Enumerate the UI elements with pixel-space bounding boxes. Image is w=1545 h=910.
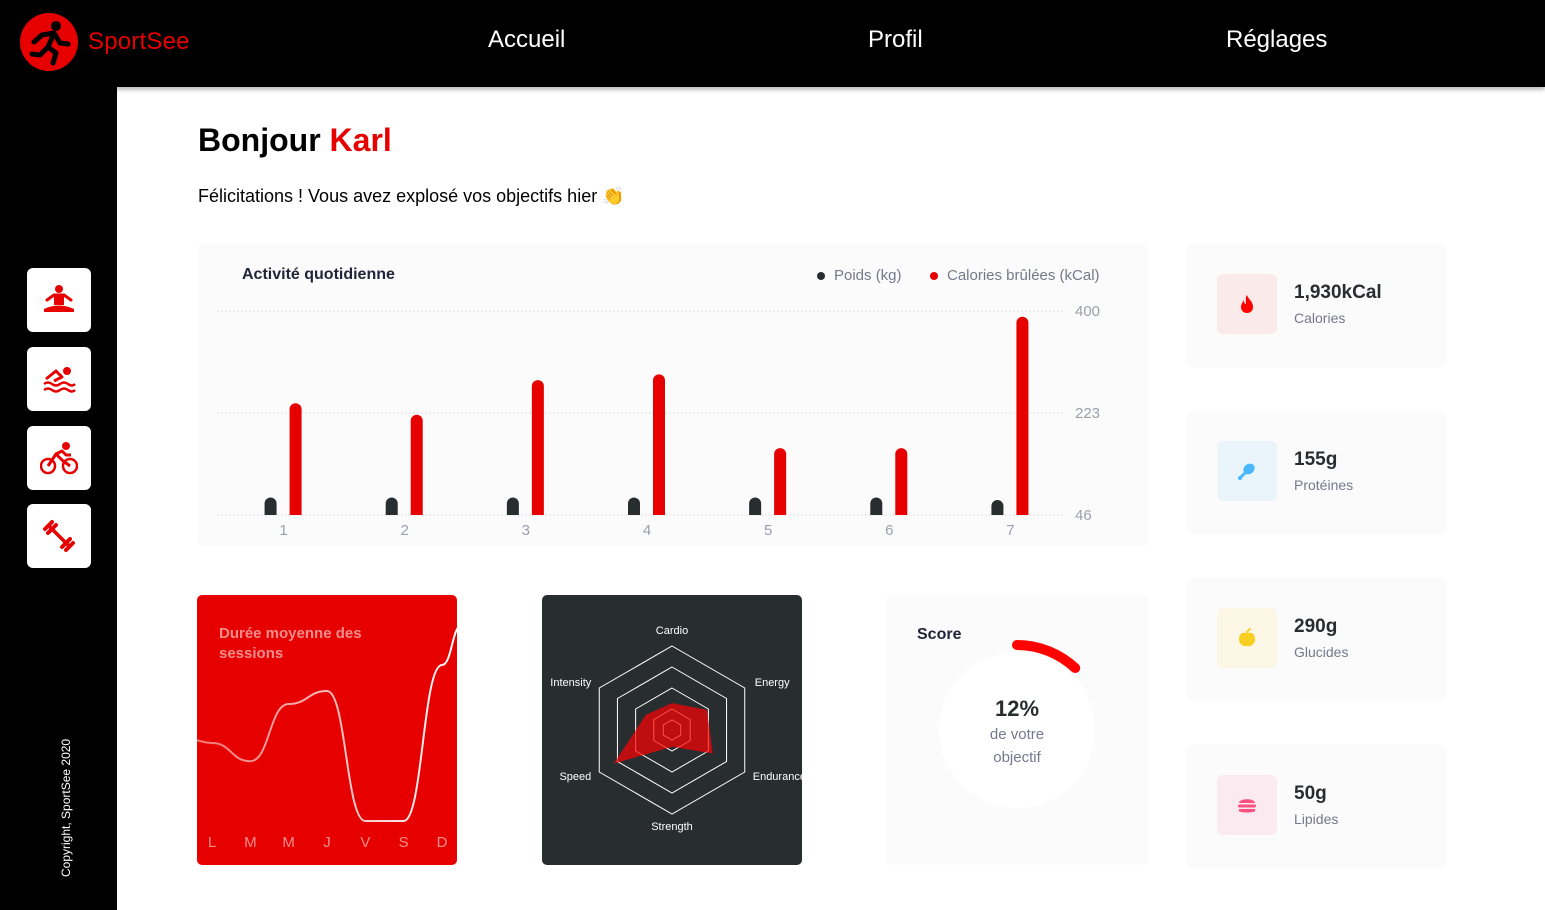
weight-bar: [506, 497, 519, 515]
congratulation-message: Félicitations ! Vous avez explosé vos ob…: [198, 186, 625, 206]
meditation-button[interactable]: [27, 268, 91, 332]
cycling-button[interactable]: [27, 426, 91, 490]
nav-settings[interactable]: Réglages: [1226, 26, 1327, 54]
average-sessions-card: Durée moyenne des sessions LMMJVSD: [197, 595, 457, 865]
fire-icon: [1241, 295, 1253, 313]
carbs-card: 290g Glucides: [1187, 578, 1446, 701]
user-name: Karl: [329, 122, 392, 158]
daily-activity-chart: 46 223 400 1 2 3 4 5 6 7: [217, 303, 1100, 539]
x-tick-label: 1: [279, 522, 287, 539]
dumbbell-icon: [43, 520, 75, 552]
radar-axis-label: Speed: [559, 771, 591, 783]
x-tick-label: 6: [885, 522, 893, 539]
average-sessions-chart: LMMJVSD: [197, 627, 457, 851]
radar-axis-label: Cardio: [656, 625, 688, 637]
x-tick-label: 3: [522, 522, 530, 539]
runner-icon: [20, 13, 78, 71]
greeting-prefix: Bonjour: [198, 122, 330, 158]
apple-icon: [1239, 628, 1255, 647]
calories-card: 1,930kCal Calories: [1187, 244, 1446, 367]
calories-bar: [1016, 316, 1029, 515]
day-label: J: [323, 834, 331, 851]
weight-bar: [991, 500, 1004, 515]
day-label: V: [360, 834, 370, 851]
x-tick-label: 2: [401, 522, 409, 539]
performance-radar-card: Cardio Energy Endurance Strength Speed Intens…: [542, 595, 802, 865]
score-card: Score 12% de votre objectif: [886, 595, 1148, 865]
weight-bar: [628, 497, 640, 515]
left-sidebar: Copyright, SportSee 2020: [0, 87, 117, 910]
y-tick-label: 46: [1075, 507, 1092, 524]
calories-bar: [289, 403, 302, 515]
calories-icon-box: [1217, 274, 1277, 334]
radar-axis-label: Energy: [755, 677, 790, 689]
lipids-value: 50g: [1294, 783, 1327, 804]
copyright-text: Copyright, SportSee 2020: [59, 738, 73, 877]
meditation-icon: [44, 285, 74, 312]
sessions-line: [197, 627, 457, 822]
day-label: L: [208, 834, 216, 851]
nav-profile[interactable]: Profil: [868, 26, 923, 54]
app-name: SportSee: [88, 28, 190, 55]
calories-bar: [774, 448, 787, 515]
radar-data-area: [613, 703, 713, 764]
weightlifting-button[interactable]: [27, 504, 91, 568]
proteins-label: Protéines: [1294, 477, 1354, 493]
weight-bar: [385, 497, 398, 515]
score-value: 12%: [994, 696, 1040, 721]
day-label: M: [282, 834, 295, 851]
calories-bar: [410, 414, 423, 515]
performance-radar-chart: Cardio Energy Endurance Strength Speed Intens…: [550, 625, 802, 833]
carbs-icon-box: [1217, 608, 1277, 668]
carbs-value: 290g: [1294, 616, 1338, 637]
proteins-card: 155g Protéines: [1187, 411, 1446, 534]
cycling-icon: [40, 442, 78, 475]
calories-value: 1,930kCal: [1294, 282, 1382, 303]
y-tick-label: 400: [1075, 303, 1100, 320]
carbs-label: Glucides: [1294, 644, 1349, 660]
nav-home[interactable]: Accueil: [488, 26, 565, 54]
weight-bar: [870, 497, 883, 515]
radar-axis-label: Strength: [651, 821, 693, 833]
x-tick-label: 5: [764, 522, 772, 539]
radar-axis-label: Endurance: [753, 771, 802, 783]
x-tick-label: 4: [643, 522, 651, 539]
swimming-button[interactable]: [27, 347, 91, 411]
page-title: Bonjour Karl: [198, 122, 392, 159]
calories-label: Calories: [1294, 310, 1346, 326]
lipids-card: 50g Lipides: [1187, 745, 1446, 868]
calories-bar: [653, 374, 665, 515]
sportsee-logo[interactable]: SportSee: [20, 13, 190, 71]
x-tick-label: 7: [1006, 522, 1014, 539]
calories-bar: [531, 380, 544, 515]
lipids-icon-box: [1217, 775, 1277, 835]
day-label: M: [244, 834, 257, 851]
day-label: D: [437, 834, 448, 851]
daily-activity-card: Activité quotidienne Poids (kg) Calories…: [197, 244, 1148, 546]
score-caption: de votre objectif: [989, 726, 1045, 766]
radar-axis-label: Intensity: [550, 677, 591, 689]
lipids-label: Lipides: [1294, 811, 1339, 827]
weight-bar: [749, 497, 762, 515]
day-label: S: [399, 834, 409, 851]
chicken-icon: [1238, 463, 1255, 480]
proteins-icon-box: [1217, 441, 1277, 501]
burger-icon: [1238, 799, 1256, 813]
proteins-value: 155g: [1294, 449, 1338, 470]
y-tick-label: 223: [1075, 405, 1100, 422]
swimming-icon: [43, 367, 76, 393]
weight-bar: [264, 497, 277, 515]
calories-bar: [895, 448, 908, 515]
top-navigation-bar: SportSee Accueil Profil Réglages: [0, 0, 1545, 87]
